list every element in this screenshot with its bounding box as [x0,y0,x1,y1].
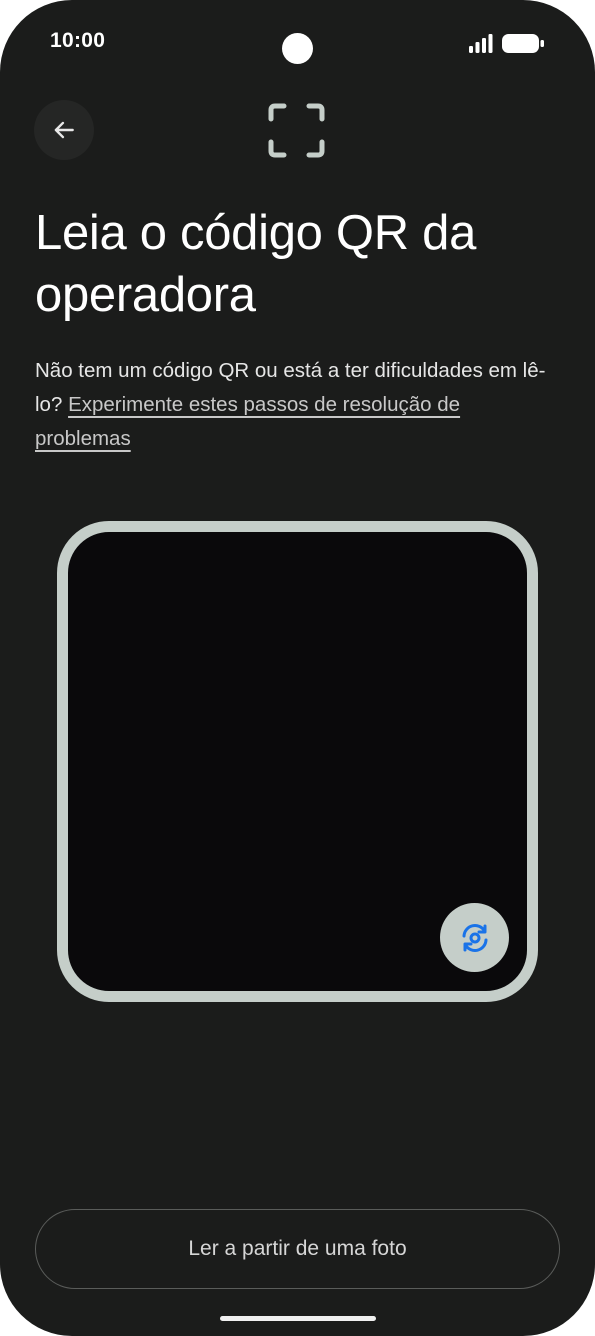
signal-icon [469,34,544,53]
flip-camera-icon [462,923,487,952]
status-icons [469,32,545,54]
troubleshooting-link[interactable]: Experimente estes passos de resolução de… [35,393,460,450]
status-time: 10:00 [50,29,106,52]
qr-scan-frame-icon [268,103,325,158]
home-indicator[interactable] [220,1316,376,1321]
back-button[interactable] [34,100,94,160]
flip-camera-button[interactable] [440,903,509,972]
phone-screen: 10:00 Leia o código QR da operadora Não … [0,0,595,1336]
battery-icon [502,34,544,53]
front-camera-hole [282,33,313,64]
arrow-back-icon [54,121,74,139]
page-title: Leia o código QR da operadora [35,206,477,322]
read-from-photo-button[interactable]: Ler a partir de uma foto [35,1209,560,1289]
description-text: Não tem um código QR ou está a ter dific… [35,354,560,456]
